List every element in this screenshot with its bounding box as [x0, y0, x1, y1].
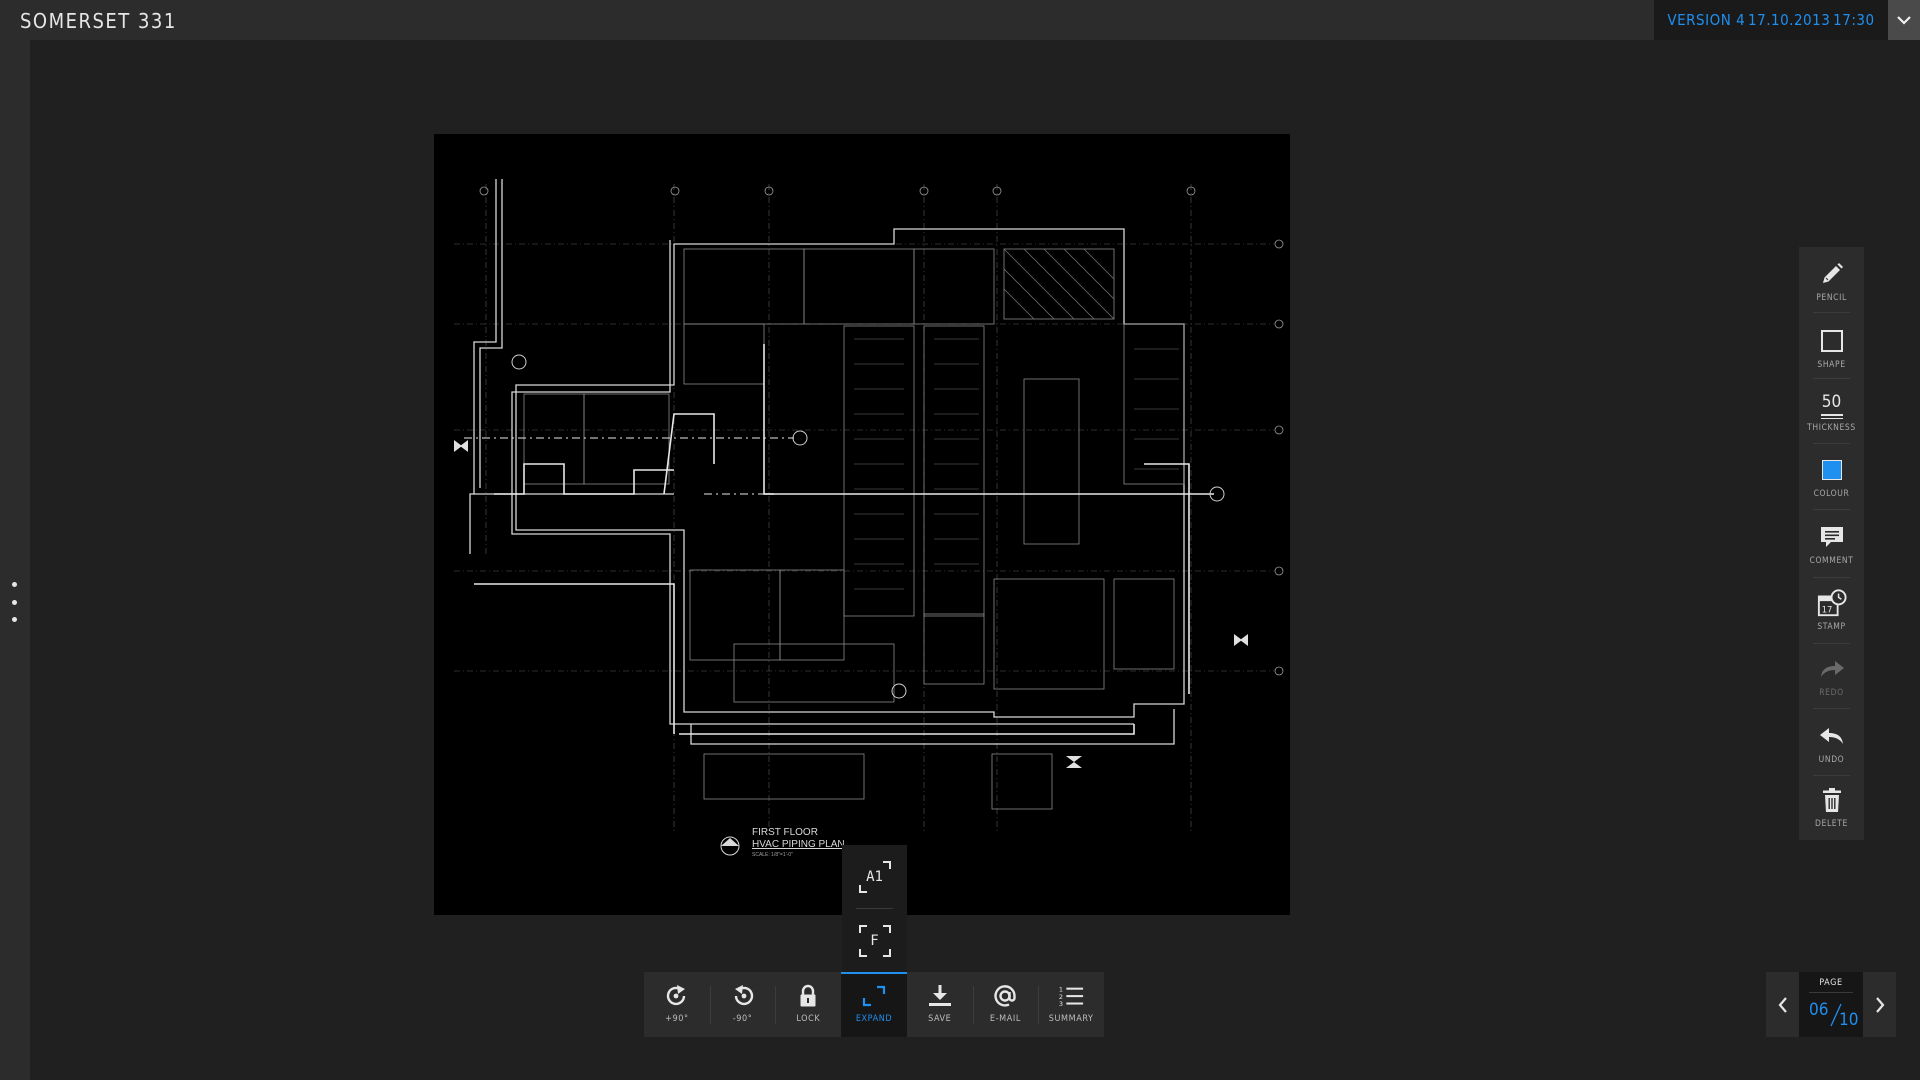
- pencil-tool[interactable]: PENCIL: [1799, 259, 1864, 323]
- version-time: 17:30: [1833, 11, 1875, 29]
- trash-icon: [1822, 788, 1841, 812]
- color-swatch-icon: [1821, 460, 1842, 480]
- delete-label: DELETE: [1815, 819, 1848, 829]
- dot: [11, 599, 17, 605]
- redo-label: REDO: [1819, 688, 1844, 698]
- save-label: SAVE: [928, 1014, 952, 1024]
- page-navigation: PAGE 06 10: [1766, 972, 1896, 1037]
- fit-frame-icon: F: [858, 925, 891, 957]
- expand-a1-button[interactable]: A1: [842, 845, 907, 909]
- page-label: PAGE: [1819, 978, 1843, 988]
- side-menu-button[interactable]: [10, 582, 18, 622]
- download-icon: [928, 985, 951, 1006]
- current-page: 06: [1809, 1000, 1829, 1020]
- thickness-value: 50: [1821, 391, 1842, 412]
- rotate-cw-button[interactable]: +90°: [644, 972, 710, 1037]
- rotate-ccw-label: -90°: [732, 1014, 753, 1024]
- save-button[interactable]: SAVE: [907, 972, 973, 1037]
- drawing-title-block: FIRST FLOOR HVAC PIPING PLAN SCALE: 1/8"…: [720, 827, 845, 858]
- stamp-number: 17: [1821, 604, 1832, 614]
- fit-label: F: [870, 933, 879, 949]
- lock-icon: [800, 984, 816, 1007]
- thickness-line: [1820, 413, 1843, 416]
- comment-label: COMMENT: [1809, 556, 1854, 566]
- prev-page-button[interactable]: [1766, 972, 1799, 1037]
- numbered-list-icon: 1 2 3: [1059, 985, 1084, 1008]
- next-page-button[interactable]: [1863, 972, 1896, 1037]
- total-pages: 10: [1839, 1010, 1859, 1030]
- divider: [1813, 775, 1850, 776]
- a1-frame-icon: A1: [858, 861, 891, 893]
- rotate-cw-label: +90°: [665, 1014, 689, 1024]
- expand-fit-button[interactable]: F: [842, 909, 907, 973]
- rotate-cw-icon: [666, 985, 686, 1006]
- divider: [1813, 577, 1850, 578]
- divider: [1813, 643, 1850, 644]
- pencil-icon: [1822, 263, 1843, 283]
- drawing-title-line2: HVAC PIPING PLAN: [752, 839, 845, 850]
- at-icon: [994, 985, 1017, 1007]
- project-title: SOMERSET 331: [20, 9, 177, 33]
- chevron-left-icon: [1778, 996, 1787, 1013]
- shape-tool[interactable]: SHAPE: [1799, 326, 1864, 390]
- redo-icon: [1820, 661, 1844, 677]
- expand-button[interactable]: EXPAND: [841, 972, 907, 1037]
- version-info: VERSION 4 17.10.2013 17:30: [1654, 0, 1888, 40]
- expand-icon: [862, 985, 886, 1007]
- svg-text:3: 3: [1059, 1000, 1063, 1008]
- dot: [11, 582, 17, 587]
- divider: [1813, 443, 1850, 444]
- comment-icon: [1820, 527, 1843, 547]
- undo-label: UNDO: [1818, 755, 1845, 765]
- version-dropdown-button[interactable]: [1888, 0, 1920, 40]
- drawing-title-line1: FIRST FLOOR: [752, 827, 818, 838]
- divider: [1813, 312, 1850, 313]
- expand-options-popover: A1 F: [842, 845, 907, 973]
- a1-label: A1: [866, 869, 883, 885]
- shape-label: SHAPE: [1817, 360, 1846, 370]
- thickness-line: [1820, 417, 1843, 419]
- divider: [1813, 509, 1850, 510]
- thickness-label: THICKNESS: [1807, 423, 1856, 433]
- top-bar: SOMERSET 331 VERSION 4 17.10.2013 17:30: [0, 0, 1920, 40]
- summary-label: SUMMARY: [1048, 1014, 1094, 1024]
- delete-tool[interactable]: DELETE: [1799, 785, 1864, 849]
- lock-button[interactable]: LOCK: [775, 972, 841, 1037]
- thickness-icon: 50: [1817, 387, 1847, 423]
- divider: [1809, 992, 1853, 993]
- pencil-label: PENCIL: [1816, 293, 1847, 303]
- colour-label: COLOUR: [1813, 489, 1850, 499]
- lock-label: LOCK: [796, 1014, 821, 1024]
- drawing-scale: SCALE: 1/8"=1'-0": [752, 852, 793, 858]
- chevron-right-icon: [1875, 996, 1884, 1013]
- version-label: VERSION 4: [1667, 11, 1746, 29]
- undo-icon: [1819, 728, 1843, 744]
- square-icon: [1820, 330, 1843, 352]
- bottom-toolbar: +90° -90° LOCK EXPAND SAVE E-MAIL 1 2 3 …: [644, 972, 1104, 1037]
- page-indicator: PAGE 06 10: [1799, 972, 1863, 1037]
- expand-label: EXPAND: [855, 1014, 893, 1024]
- thickness-tool[interactable]: 50 THICKNESS: [1799, 387, 1864, 451]
- floor-plan-drawing: FIRST FLOOR HVAC PIPING PLAN SCALE: 1/8"…: [454, 179, 1284, 858]
- email-label: E-MAIL: [989, 1014, 1021, 1024]
- annotation-tools-panel: PENCIL SHAPE 50 THICKNESS COLOUR COMMENT…: [1799, 247, 1864, 840]
- rotate-ccw-button[interactable]: -90°: [709, 972, 776, 1037]
- stamp-icon: 17: [1817, 589, 1847, 617]
- email-button[interactable]: E-MAIL: [972, 972, 1039, 1037]
- stamp-label: STAMP: [1817, 622, 1846, 632]
- divider: [1813, 708, 1850, 709]
- drawing-canvas[interactable]: FIRST FLOOR HVAC PIPING PLAN SCALE: 1/8"…: [434, 134, 1290, 915]
- version-date: 17.10.2013: [1748, 11, 1831, 29]
- chevron-down-icon: [1897, 16, 1911, 25]
- rotate-ccw-icon: [734, 985, 753, 1006]
- left-rail: [0, 40, 30, 1080]
- dot: [11, 617, 17, 622]
- divider: [1813, 378, 1850, 379]
- summary-button[interactable]: 1 2 3 SUMMARY: [1038, 972, 1104, 1037]
